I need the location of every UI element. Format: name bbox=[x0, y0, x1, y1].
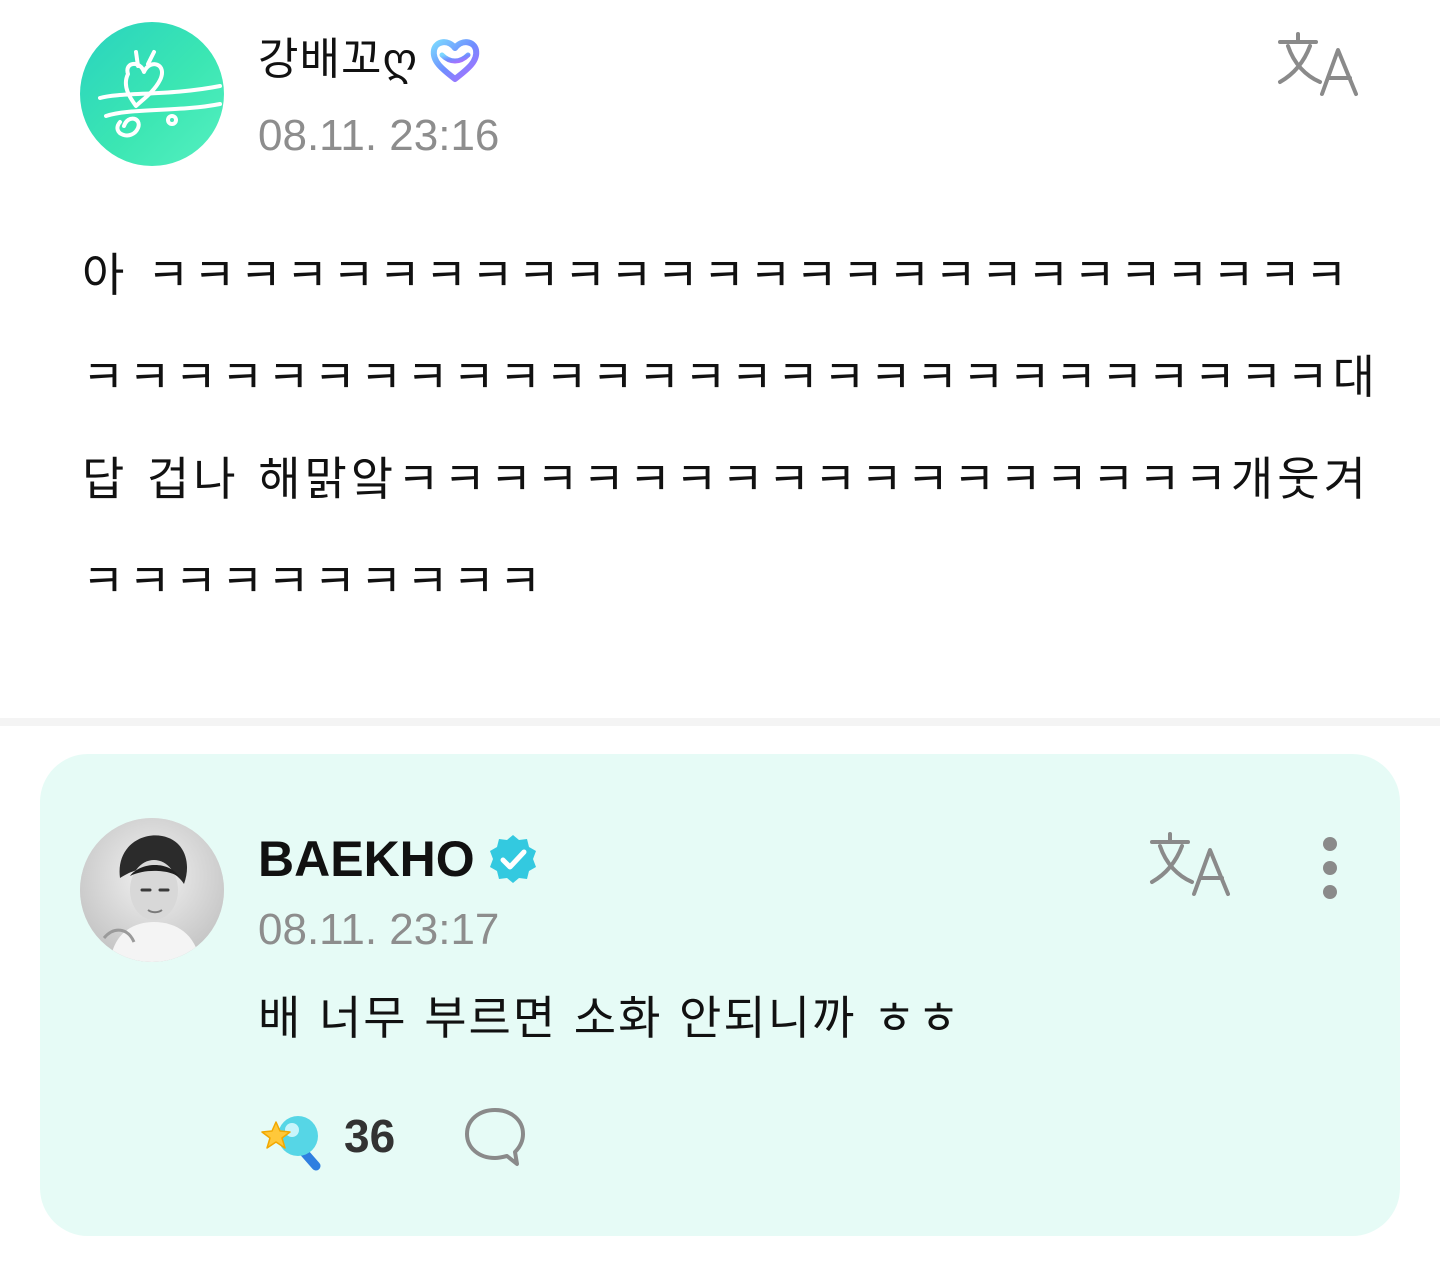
divider bbox=[0, 718, 1440, 726]
weverse-comment-page: 강배꼬ღ 08.11. 23:16 아 ㅋㅋㅋㅋㅋㅋㅋㅋㅋㅋㅋㅋㅋㅋㅋㅋㅋㅋㅋㅋ… bbox=[0, 0, 1440, 1263]
post-body: 아 ㅋㅋㅋㅋㅋㅋㅋㅋㅋㅋㅋㅋㅋㅋㅋㅋㅋㅋㅋㅋㅋㅋㅋㅋㅋㅋㅋㅋㅋㅋㅋㅋㅋㅋㅋㅋㅋㅋ… bbox=[82, 248, 1379, 608]
reply-author[interactable]: BAEKHO bbox=[258, 828, 539, 890]
avatar[interactable] bbox=[80, 818, 224, 962]
author-name: BAEKHO bbox=[258, 831, 475, 887]
more-vertical-icon bbox=[1323, 837, 1337, 899]
weverse-membership-heart-icon bbox=[428, 33, 482, 87]
more-options-button[interactable] bbox=[1308, 832, 1352, 904]
author-name: 강배꼬ღ bbox=[258, 34, 419, 85]
reply-body: 배 너무 부르면 소화 안되니까 ㅎㅎ bbox=[258, 991, 962, 1045]
comment-button[interactable] bbox=[463, 1104, 527, 1168]
reply-actions: 36 bbox=[258, 1100, 527, 1172]
fan-comment: 강배꼬ღ 08.11. 23:16 아 ㅋㅋㅋㅋㅋㅋㅋㅋㅋㅋㅋㅋㅋㅋㅋㅋㅋㅋㅋㅋ… bbox=[0, 0, 1440, 718]
translate-icon bbox=[1278, 32, 1358, 96]
artist-photo bbox=[80, 818, 224, 962]
translate-icon bbox=[1150, 832, 1230, 896]
avatar[interactable] bbox=[80, 22, 224, 166]
like-count: 36 bbox=[344, 1110, 396, 1162]
comment-bubble-icon bbox=[465, 1108, 526, 1166]
heart-doodle-icon bbox=[98, 50, 222, 138]
post-timestamp: 08.11. 23:16 bbox=[258, 111, 500, 160]
post-author[interactable]: 강배꼬ღ bbox=[258, 32, 482, 88]
reply-timestamp: 08.11. 23:17 bbox=[258, 905, 500, 954]
artist-reply-card: BAEKHO 08.11. 23:17 배 너무 부르면 소화 안되니까 ㅎㅎ … bbox=[40, 754, 1400, 1236]
translate-button[interactable] bbox=[1146, 828, 1232, 900]
translate-button[interactable] bbox=[1274, 28, 1360, 100]
star-lightstick-icon bbox=[258, 1100, 330, 1172]
verified-badge-icon bbox=[487, 833, 539, 885]
like-button[interactable]: 36 bbox=[258, 1100, 395, 1172]
